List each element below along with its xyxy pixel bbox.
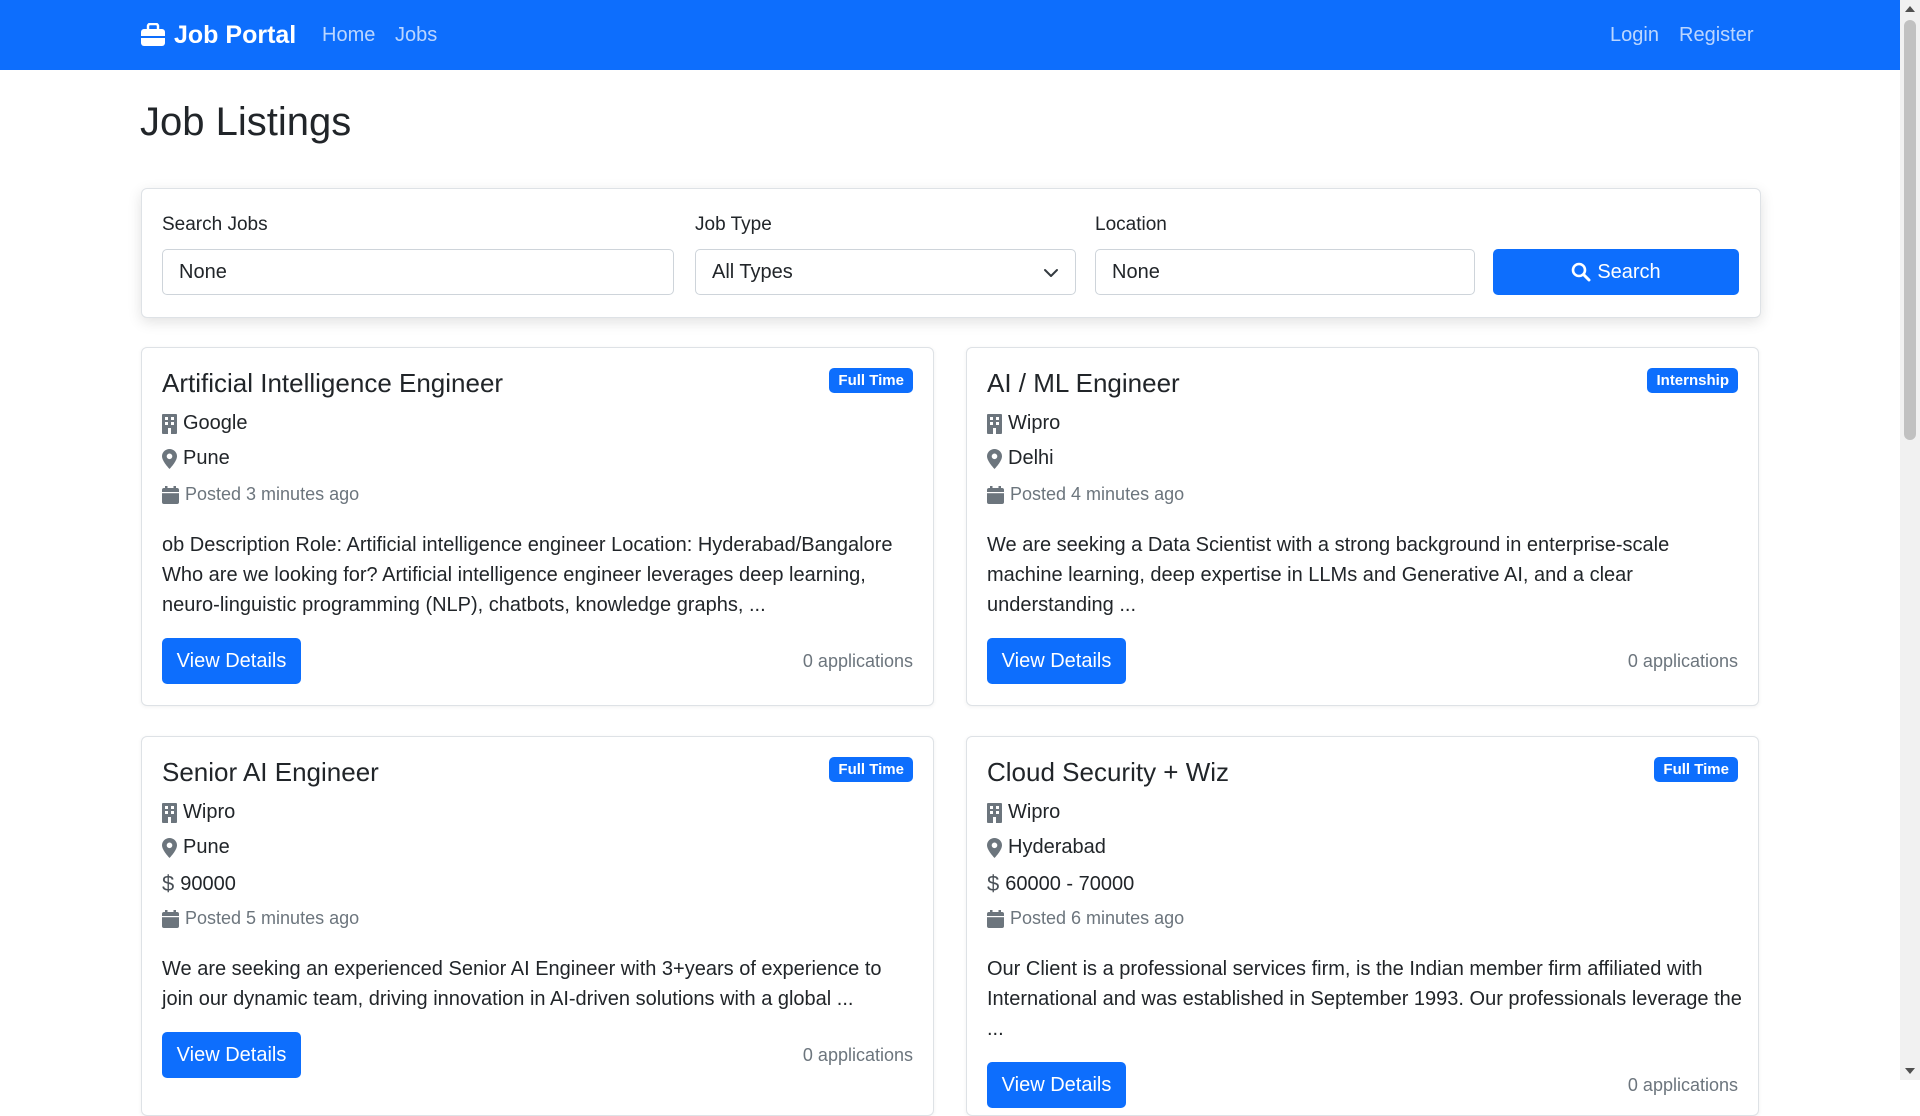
job-company-name: Wipro xyxy=(1008,412,1061,434)
job-company: Wipro xyxy=(987,801,1060,824)
applications-count: 0 applications xyxy=(802,1045,913,1065)
job-location-name: Pune xyxy=(183,447,230,469)
job-type-badge: Internship xyxy=(1647,368,1738,393)
job-type-label: Job Type xyxy=(695,214,772,235)
job-title[interactable]: Senior AI Engineer xyxy=(162,757,379,788)
job-type-badge: Full Time xyxy=(829,368,913,393)
job-posted-text: Posted 6 minutes ago xyxy=(1010,908,1185,928)
scroll-down-arrow-icon[interactable] xyxy=(1905,1068,1915,1074)
view-details-button[interactable]: View Details xyxy=(162,638,301,684)
job-company-name: Wipro xyxy=(183,801,236,823)
job-company-name: Wipro xyxy=(1008,801,1061,823)
map-pin-icon xyxy=(162,448,177,469)
calendar-icon xyxy=(987,909,1004,928)
job-description: ob Description Role: Artificial intellig… xyxy=(162,534,893,616)
calendar-icon xyxy=(162,485,179,504)
job-location-name: Hyderabad xyxy=(1008,836,1106,858)
applications-count: 0 applications xyxy=(802,651,913,671)
map-pin-icon xyxy=(162,837,177,858)
job-card: Senior AI Engineer Full Time Wipro Pune … xyxy=(141,736,934,1116)
job-title[interactable]: Cloud Security + Wiz xyxy=(987,757,1229,788)
view-details-button[interactable]: View Details xyxy=(162,1032,301,1078)
job-posted-text: Posted 3 minutes ago xyxy=(185,484,360,504)
dollar-icon: $ xyxy=(987,871,1000,896)
map-pin-icon xyxy=(987,448,1002,469)
search-filter-card: Search Jobs None Job Type All Types Loca… xyxy=(141,188,1761,318)
search-icon xyxy=(1572,262,1591,282)
job-title[interactable]: Artificial Intelligence Engineer xyxy=(162,368,503,399)
scroll-up-arrow-icon[interactable] xyxy=(1905,6,1915,12)
job-company: Google xyxy=(162,412,248,435)
job-card: Artificial Intelligence Engineer Full Ti… xyxy=(141,347,934,706)
job-salary-value: 90000 xyxy=(180,872,236,895)
job-salary: $ 90000 xyxy=(162,871,236,897)
job-posted-text: Posted 4 minutes ago xyxy=(1010,484,1185,504)
job-description: We are seeking a Data Scientist with a s… xyxy=(987,534,1670,616)
building-icon xyxy=(162,802,177,823)
applications-count: 0 applications xyxy=(1627,651,1738,671)
building-icon xyxy=(987,802,1002,823)
calendar-icon xyxy=(162,909,179,928)
navbar: Job Portal Home Jobs Login Register xyxy=(0,0,1900,70)
job-company: Wipro xyxy=(987,412,1060,435)
calendar-icon xyxy=(987,485,1004,504)
location-input[interactable]: None xyxy=(1095,249,1475,295)
job-location-name: Delhi xyxy=(1008,447,1054,469)
job-card: Cloud Security + Wiz Full Time Wipro Hyd… xyxy=(966,736,1759,1116)
job-location: Pune xyxy=(162,836,230,859)
brand-link[interactable]: Job Portal xyxy=(140,0,296,70)
nav-login-link[interactable]: Login xyxy=(1610,0,1659,70)
building-icon xyxy=(162,413,177,434)
view-details-button[interactable]: View Details xyxy=(987,638,1126,684)
job-location: Delhi xyxy=(987,447,1054,470)
job-company-name: Google xyxy=(183,412,248,434)
job-posted: Posted 4 minutes ago xyxy=(987,484,1184,505)
briefcase-icon xyxy=(141,23,165,46)
job-description: We are seeking an experienced Senior AI … xyxy=(162,958,882,1010)
job-location-name: Pune xyxy=(183,836,230,858)
job-posted: Posted 6 minutes ago xyxy=(987,908,1184,929)
job-type-value: All Types xyxy=(712,260,793,283)
job-location: Pune xyxy=(162,447,230,470)
job-posted: Posted 5 minutes ago xyxy=(162,908,359,929)
search-jobs-input[interactable]: None xyxy=(162,249,674,295)
page-scrollbar[interactable] xyxy=(1900,0,1920,1080)
job-company: Wipro xyxy=(162,801,235,824)
job-salary: $ 60000 - 70000 xyxy=(987,871,1134,897)
building-icon xyxy=(987,413,1002,434)
job-card: AI / ML Engineer Internship Wipro Delhi … xyxy=(966,347,1759,706)
job-salary-value: 60000 - 70000 xyxy=(1005,872,1135,895)
nav-register-link[interactable]: Register xyxy=(1679,0,1753,70)
job-location: Hyderabad xyxy=(987,836,1106,859)
brand-label: Job Portal xyxy=(174,20,297,49)
job-description: Our Client is a professional services fi… xyxy=(987,958,1742,1040)
page-title: Job Listings xyxy=(140,100,352,144)
dollar-icon: $ xyxy=(162,871,175,896)
job-type-badge: Full Time xyxy=(1654,757,1738,782)
map-pin-icon xyxy=(987,837,1002,858)
job-posted: Posted 3 minutes ago xyxy=(162,484,359,505)
search-button-label: Search xyxy=(1597,260,1661,283)
search-jobs-label: Search Jobs xyxy=(162,214,268,235)
job-type-badge: Full Time xyxy=(829,757,913,782)
job-type-select[interactable]: All Types xyxy=(695,249,1076,295)
search-jobs-value: None xyxy=(179,260,227,283)
view-details-button[interactable]: View Details xyxy=(987,1062,1126,1108)
location-label: Location xyxy=(1095,214,1167,235)
search-button[interactable]: Search xyxy=(1493,249,1739,295)
scroll-thumb[interactable] xyxy=(1904,20,1916,440)
location-value: None xyxy=(1112,260,1160,283)
nav-jobs-link[interactable]: Jobs xyxy=(395,0,437,70)
job-posted-text: Posted 5 minutes ago xyxy=(185,908,360,928)
nav-home-link[interactable]: Home xyxy=(322,0,375,70)
job-title[interactable]: AI / ML Engineer xyxy=(987,368,1180,399)
chevron-down-icon xyxy=(1044,269,1058,277)
applications-count: 0 applications xyxy=(1627,1075,1738,1095)
